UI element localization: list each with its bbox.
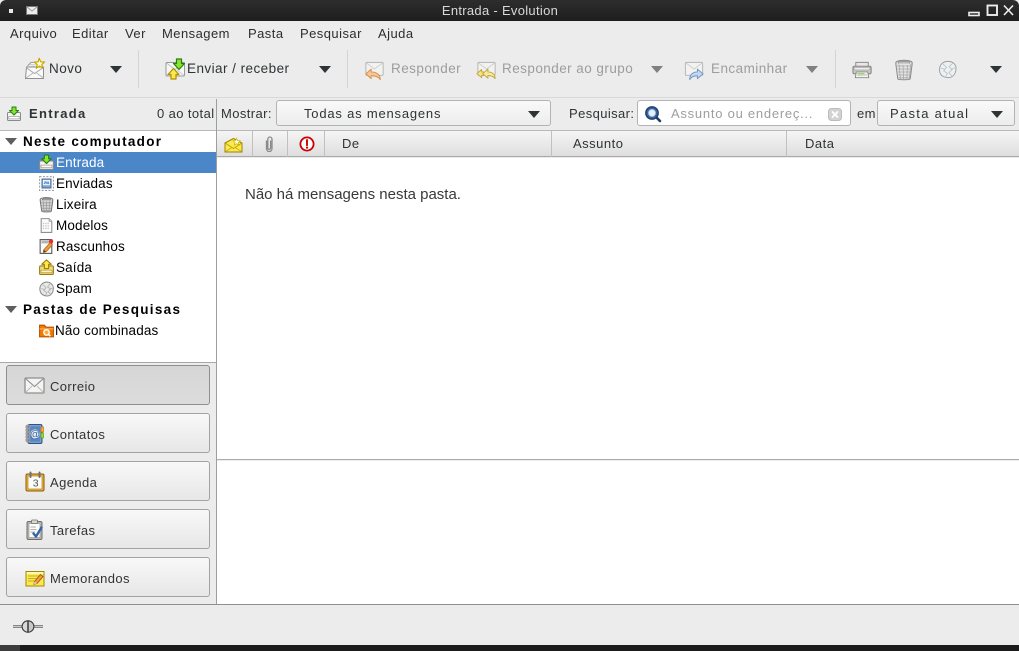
svg-text:@: @ (30, 430, 40, 441)
svg-text:3: 3 (33, 478, 39, 490)
